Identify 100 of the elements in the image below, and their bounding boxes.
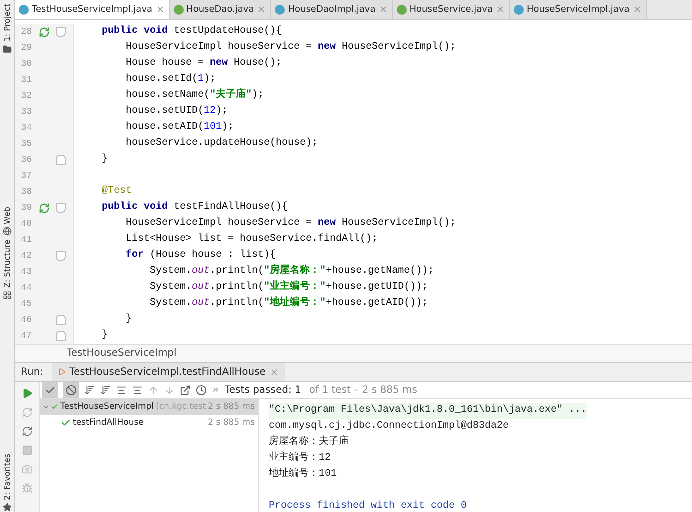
fold-marker-icon[interactable] bbox=[56, 251, 66, 261]
tool-window-label[interactable]: 1: Project bbox=[2, 4, 12, 42]
code-line: public void testFindAllHouse(){ bbox=[101, 200, 288, 215]
ban-icon bbox=[66, 384, 76, 396]
code-line: System.out.println("业主编号："+house.getUID()); bbox=[149, 280, 428, 295]
clock-icon[interactable] bbox=[196, 384, 207, 396]
tests-summary: of 1 test – 2 s 885 ms bbox=[309, 384, 418, 396]
run-icon[interactable] bbox=[22, 388, 32, 399]
export-icon[interactable] bbox=[180, 384, 191, 396]
code-line: System.out.println("地址编号："+house.getAID()); bbox=[149, 296, 428, 311]
line-number: 32 bbox=[20, 91, 32, 101]
folder-icon bbox=[2, 44, 12, 54]
stop-icon[interactable] bbox=[22, 445, 32, 456]
close-icon[interactable] bbox=[632, 5, 642, 14]
close-icon[interactable] bbox=[257, 5, 266, 14]
code-line: } bbox=[101, 152, 108, 167]
line-number: 35 bbox=[20, 139, 32, 149]
tab-label: HouseDao.java bbox=[186, 4, 254, 14]
tool-window-label[interactable]: 2: Favorites bbox=[2, 454, 12, 500]
code-line: for (House house : list){ bbox=[125, 248, 276, 263]
test-tree-row[interactable]: testFindAllHouse 2 s 885 ms bbox=[40, 415, 258, 431]
run-label: Run: bbox=[20, 366, 45, 378]
run-tab[interactable]: TestHouseServiceImpl.testFindAllHouse bbox=[52, 363, 285, 381]
interface-icon bbox=[174, 4, 184, 14]
close-icon[interactable] bbox=[378, 5, 388, 14]
line-number: 33 bbox=[20, 107, 32, 117]
test-tree-row[interactable]: TestHouseServiceImpl (cn.kgc.test 2 s 885 ms bbox=[40, 399, 258, 415]
fold-marker-icon[interactable] bbox=[56, 27, 66, 37]
code-line: List<House> list = houseService.findAll(); bbox=[125, 232, 378, 247]
file-tab[interactable]: HouseServiceImpl.java bbox=[510, 0, 647, 19]
line-number: 30 bbox=[20, 59, 32, 69]
collapse-all-icon[interactable] bbox=[132, 384, 143, 396]
check-icon bbox=[44, 384, 56, 396]
tab-label: TestHouseServiceImpl.java bbox=[32, 4, 153, 14]
test-duration: 2 s 885 ms bbox=[208, 418, 256, 428]
console-line: Process finished with exit code 0 bbox=[269, 500, 468, 512]
console-command: "C:\Program Files\Java\jdk1.8.0_161\bin\java.exe" ... bbox=[269, 403, 588, 419]
show-passed-button[interactable] bbox=[42, 382, 58, 398]
test-name: TestHouseServiceImpl bbox=[60, 402, 154, 412]
show-ignored-button[interactable] bbox=[63, 382, 79, 398]
line-number: 34 bbox=[20, 123, 32, 133]
run-test-icon[interactable] bbox=[38, 202, 50, 214]
close-icon[interactable] bbox=[156, 5, 165, 14]
more-icon[interactable] bbox=[212, 386, 220, 394]
line-number: 45 bbox=[20, 299, 32, 309]
file-tab[interactable]: TestHouseServiceImpl.java bbox=[15, 0, 170, 19]
code-line: house.setUID(12); bbox=[125, 104, 228, 119]
arrow-down-icon[interactable] bbox=[164, 384, 175, 396]
tool-window-label[interactable]: Web bbox=[2, 206, 12, 224]
interface-icon bbox=[396, 4, 407, 14]
close-icon[interactable] bbox=[496, 5, 505, 14]
run-test-icon[interactable] bbox=[38, 26, 50, 38]
fold-marker-icon[interactable] bbox=[56, 203, 66, 213]
line-number: 41 bbox=[20, 235, 32, 245]
code-line: houseService.updateHouse(house); bbox=[125, 136, 318, 151]
code-line: HouseServiceImpl houseService = new HouseServiceImpl(); bbox=[125, 216, 456, 231]
line-number: 36 bbox=[20, 155, 32, 165]
close-icon[interactable] bbox=[270, 368, 279, 376]
fold-marker-icon[interactable] bbox=[56, 315, 66, 325]
console-line: com.mysql.cj.jdbc.ConnectionImpl@d83da2e bbox=[269, 420, 510, 434]
class-icon bbox=[514, 4, 524, 14]
code-line: } bbox=[101, 328, 108, 343]
code-line: @Test bbox=[101, 184, 132, 199]
line-number: 47 bbox=[20, 331, 32, 341]
expand-all-icon[interactable] bbox=[116, 384, 127, 396]
file-tab[interactable]: HouseDaoImpl.java bbox=[271, 0, 393, 19]
fold-marker-icon[interactable] bbox=[56, 331, 66, 341]
code-line: house.setAID(101); bbox=[125, 120, 234, 135]
line-number: 31 bbox=[20, 75, 32, 85]
line-number: 29 bbox=[20, 43, 32, 53]
line-number: 39 bbox=[20, 203, 32, 213]
tab-label: HouseDaoImpl.java bbox=[288, 4, 376, 14]
console-line: 业主编号：12 bbox=[269, 451, 332, 466]
bug-icon[interactable] bbox=[22, 483, 32, 494]
tests-status: Tests passed: 1 bbox=[225, 384, 302, 396]
tool-window-label[interactable]: Z: Structure bbox=[2, 240, 12, 288]
sort-icon[interactable] bbox=[84, 384, 95, 396]
file-tab[interactable]: HouseDao.java bbox=[170, 0, 272, 19]
line-number: 42 bbox=[20, 251, 32, 261]
fold-marker-icon[interactable] bbox=[56, 155, 66, 165]
class-icon bbox=[19, 4, 29, 14]
line-number: 46 bbox=[20, 315, 32, 325]
sort-duration-icon[interactable] bbox=[100, 384, 111, 396]
play-icon bbox=[58, 368, 66, 376]
console-line: 房屋名称：夫子庙 bbox=[269, 435, 349, 450]
test-name: testFindAllHouse bbox=[73, 418, 144, 428]
breadcrumb[interactable]: TestHouseServiceImpl bbox=[67, 348, 177, 359]
rerun-icon[interactable] bbox=[22, 407, 32, 418]
code-line: HouseServiceImpl houseService = new HouseServiceImpl(); bbox=[125, 40, 456, 55]
line-number: 43 bbox=[20, 267, 32, 277]
arrow-up-icon[interactable] bbox=[148, 384, 159, 396]
test-duration: 2 s 885 ms bbox=[208, 402, 256, 412]
console-line: 地址编号：101 bbox=[269, 467, 338, 482]
code-line: house.setName("夫子庙"); bbox=[125, 88, 264, 103]
file-tab[interactable]: HouseService.java bbox=[392, 0, 510, 19]
line-number: 44 bbox=[20, 283, 32, 293]
code-line: } bbox=[125, 312, 132, 327]
camera-icon[interactable] bbox=[22, 464, 32, 475]
star-icon bbox=[2, 503, 12, 512]
class-icon bbox=[275, 4, 286, 14]
